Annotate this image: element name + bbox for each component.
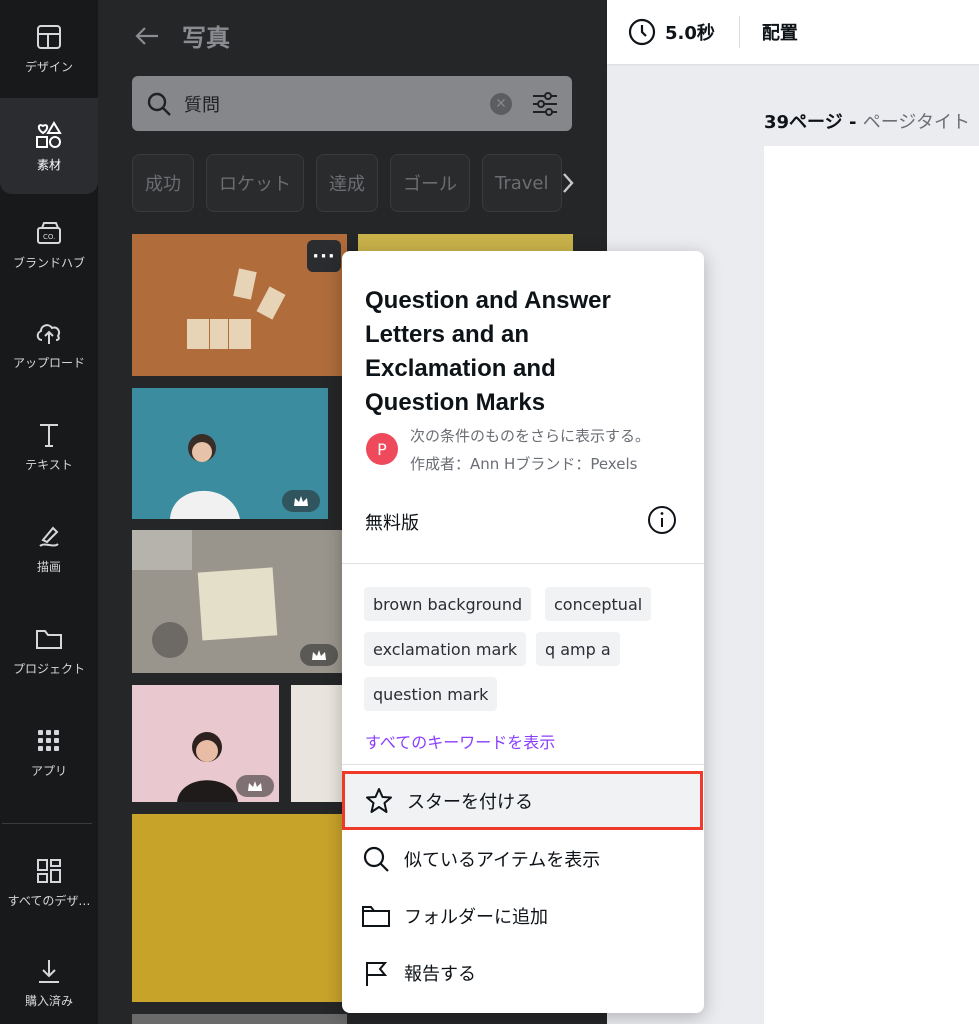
keyword-tag[interactable]: question mark [364,677,498,711]
folder-icon [360,900,392,932]
photo-thumbnail-woman-thinking[interactable] [132,388,328,519]
clear-icon[interactable]: ✕ [490,92,512,115]
rail-divider [2,823,92,824]
search-input[interactable]: 質問 [184,91,490,117]
keyword-tag[interactable]: q amp a [536,632,620,666]
apps-icon [34,726,64,756]
keyword-tag[interactable]: brown background [364,587,532,621]
menu-label: 似ているアイテムを表示 [404,850,601,871]
top-toolbar: 5.0秒 配置 [607,0,979,64]
svg-text:CO.: CO. [43,233,55,241]
download-icon [34,956,64,986]
menu-label: フォルダーに追加 [404,907,548,928]
show-similar-button[interactable]: 似ているアイテムを表示 [342,831,704,887]
rail-label: アプリ [30,763,67,778]
more-options-button[interactable]: ··· [307,240,341,272]
rail-label: プロジェクト [12,661,85,676]
keyword-tag[interactable]: exclamation mark [364,632,527,666]
chip[interactable]: 成功 [132,154,194,212]
photo-info-popup: Question and Answer Letters and an Excla… [342,251,704,1013]
photo-thumbnail-questions-note[interactable] [132,530,342,673]
avatar: P [366,433,398,465]
add-to-folder-button[interactable]: フォルダーに追加 [342,888,704,944]
rail-item-all-designs[interactable]: すべてのデザ… [0,834,98,930]
elements-icon [34,120,64,150]
rail-item-purchased[interactable]: 購入済み [0,934,98,1024]
show-more-like-this-link[interactable]: 次の条件のものをさらに表示する。 [410,425,650,446]
search-bar[interactable]: 質問 ✕ [132,76,572,131]
page-label: 39ページ - ページタイト [764,108,970,134]
menu-label: 報告する [404,964,476,985]
keyword-tag[interactable]: conceptual [545,587,652,621]
premium-crown-icon [282,490,320,512]
back-arrow-icon[interactable] [134,22,162,50]
draw-icon [34,522,64,552]
panel-title: 写真 [182,24,230,52]
search-icon [144,89,174,119]
photo-thumbnail-yellow[interactable] [132,814,347,1002]
search-icon [360,843,392,875]
report-button[interactable]: 報告する [342,945,704,1001]
position-button[interactable]: 配置 [762,19,798,45]
suggestion-chips: 成功 ロケット 達成 ゴール Travel [132,154,562,212]
rail-item-draw[interactable]: 描画 [0,500,98,596]
rail-item-design[interactable]: デザイン [0,0,98,96]
folder-icon [34,624,64,654]
layout-icon [34,22,64,52]
text-icon [34,420,64,450]
all-designs-icon [34,856,64,886]
rail-label: 描画 [36,559,61,574]
rail-item-apps[interactable]: アプリ [0,704,98,800]
star-icon [363,785,395,817]
upload-icon [34,318,64,348]
chip[interactable]: ゴール [390,154,470,212]
premium-crown-icon [300,644,338,666]
rail-label: 素材 [36,157,61,172]
show-all-keywords-link[interactable]: すべてのキーワードを表示 [365,729,555,753]
toolbar-divider [738,16,740,48]
rail-label: すべてのデザ… [7,893,91,908]
page-title-input[interactable]: ページタイト [863,112,970,133]
info-icon[interactable] [647,505,677,535]
filter-icon[interactable] [530,89,560,119]
divider [342,563,704,564]
left-rail: デザイン 素材 CO. ブランドハブ アップロード テキスト 描画 プロジェクト… [0,0,98,1024]
star-button[interactable]: スターを付ける [342,771,703,830]
page-number: 39ページ - [764,112,863,133]
divider [342,764,704,765]
author-credit: 作成者：Ann Hブランド：Pexels [410,455,638,473]
rail-label: アップロード [12,355,85,370]
photo-thumbnail[interactable] [132,1014,347,1024]
chip[interactable]: ロケット [206,154,304,212]
chip[interactable]: 達成 [316,154,378,212]
photo-title: Question and Answer Letters and an Excla… [365,287,611,416]
license-label: 無料版 [365,513,419,534]
rail-item-upload[interactable]: アップロード [0,296,98,392]
rail-item-elements[interactable]: 素材 [0,98,98,194]
rail-item-projects[interactable]: プロジェクト [0,602,98,698]
chip[interactable]: Travel [482,154,562,212]
panel-header: 写真 [134,18,230,53]
rail-label: 購入済み [24,993,73,1008]
rail-label: デザイン [24,59,73,74]
photo-thumbnail-woman-pink[interactable] [132,685,279,802]
menu-label: スターを付ける [407,791,533,813]
rail-item-text[interactable]: テキスト [0,398,98,494]
design-canvas[interactable] [764,146,979,1024]
chevron-right-icon[interactable] [553,166,583,200]
brand-icon: CO. [34,218,64,248]
duration-label[interactable]: 5.0秒 [665,19,715,45]
rail-label: テキスト [25,457,73,472]
clock-icon[interactable] [627,17,657,47]
flag-icon [360,957,392,989]
rail-label: ブランドハブ [12,255,85,270]
premium-crown-icon [236,775,274,797]
rail-item-brand[interactable]: CO. ブランドハブ [0,196,98,292]
